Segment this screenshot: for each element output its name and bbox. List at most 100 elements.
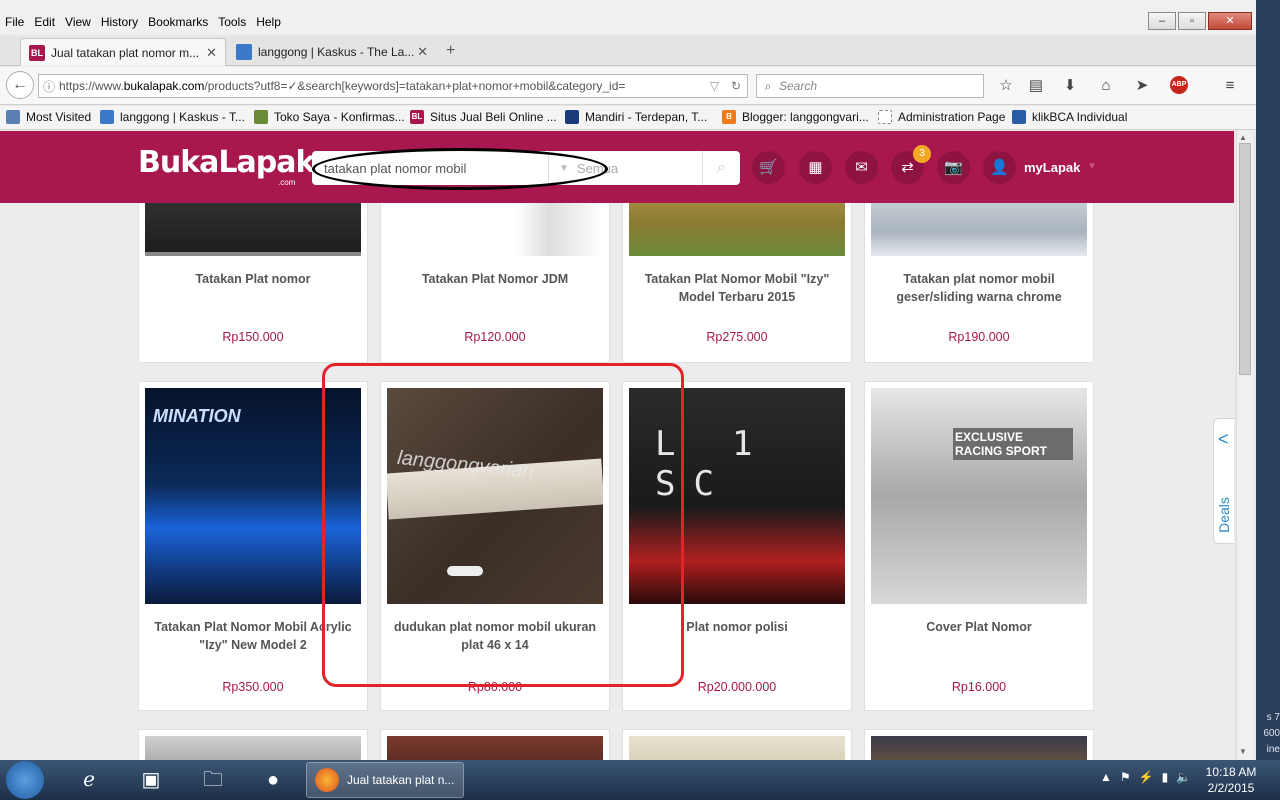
reading-list-icon[interactable]: ▤: [1026, 76, 1046, 96]
home-icon[interactable]: ⌂: [1096, 76, 1116, 96]
downloads-icon[interactable]: ⬇: [1060, 76, 1080, 96]
product-image[interactable]: MINATION: [145, 388, 361, 604]
product-image[interactable]: EXCLUSIVE RACING SPORT: [871, 388, 1087, 604]
hamburger-menu-icon[interactable]: ≡: [1220, 76, 1240, 96]
product-card[interactable]: EXCLUSIVE RACING SPORT Cover Plat Nomor …: [864, 381, 1094, 711]
url-bar[interactable]: ⓘ https://www.bukalapak.com/products?utf…: [38, 74, 748, 98]
flag-icon[interactable]: ⚑: [1120, 770, 1131, 784]
new-tab-button[interactable]: +: [446, 42, 455, 60]
bookmark-klikbca[interactable]: klikBCA Individual: [1012, 110, 1127, 124]
minimize-button[interactable]: –: [1148, 12, 1176, 30]
paint-icon[interactable]: ●: [246, 763, 300, 797]
volume-icon[interactable]: 🔈: [1176, 770, 1191, 784]
menu-help[interactable]: Help: [251, 14, 286, 30]
chevron-left-icon[interactable]: <: [1218, 429, 1229, 450]
search-submit-icon[interactable]: ⌕: [702, 151, 740, 185]
bookmark-toko-saya[interactable]: Toko Saya - Konfirmas...: [254, 110, 405, 124]
page-scrollbar[interactable]: ▲ ▼: [1236, 131, 1253, 760]
scroll-thumb[interactable]: [1239, 143, 1251, 375]
tab-bukalapak[interactable]: BL Jual tatakan plat nomor m... ✕: [20, 38, 226, 66]
reload-icon[interactable]: ↻: [725, 79, 747, 93]
product-image[interactable]: langgongvarian: [387, 388, 603, 604]
menu-edit[interactable]: Edit: [29, 14, 60, 30]
network-signal-icon[interactable]: ▮: [1162, 770, 1169, 784]
adblock-icon[interactable]: ABP: [1170, 76, 1190, 96]
scroll-down-icon[interactable]: ▼: [1239, 747, 1247, 756]
product-card[interactable]: [864, 729, 1094, 760]
product-image[interactable]: [629, 736, 845, 760]
bookmark-mandiri[interactable]: Mandiri - Terdepan, T...: [565, 110, 707, 124]
product-image[interactable]: [145, 203, 361, 256]
product-card[interactable]: langgongvarian dudukan plat nomor mobil …: [380, 381, 610, 711]
product-title[interactable]: Cover Plat Nomor: [871, 618, 1087, 636]
product-card[interactable]: Tatakan Plat Nomor Mobil "Izy" Model Ter…: [622, 203, 852, 363]
category-select[interactable]: ▼ Semua: [548, 151, 702, 185]
desktop-text: ine: [1266, 744, 1280, 755]
menu-view[interactable]: View: [60, 14, 96, 30]
product-title[interactable]: Tatakan Plat nomor: [145, 270, 361, 288]
tray-arrow-icon[interactable]: ▲: [1100, 770, 1112, 784]
product-grid: Tatakan Plat nomor Rp150.000 Tatakan Pla…: [0, 203, 1234, 760]
user-icon[interactable]: 👤: [983, 151, 1016, 184]
close-tab-icon[interactable]: ✕: [206, 45, 217, 61]
bookmarks-list-icon[interactable]: ▦: [799, 151, 832, 184]
product-image[interactable]: L 1 SC: [629, 388, 845, 604]
product-image[interactable]: [871, 736, 1087, 760]
folder-icon[interactable]: 🗀: [186, 763, 240, 797]
product-card[interactable]: MINATION Tatakan Plat Nomor Mobil Acryli…: [138, 381, 368, 711]
clock[interactable]: 10:18 AM 2/2/2015: [1196, 764, 1266, 796]
product-image[interactable]: [145, 736, 361, 760]
product-card[interactable]: Tatakan Plat nomor Rp150.000: [138, 203, 368, 363]
bookmark-kaskus[interactable]: langgong | Kaskus - T...: [100, 110, 245, 124]
bookmark-situs-jual-beli[interactable]: BL Situs Jual Beli Online ...: [410, 110, 557, 124]
bookmark-administration[interactable]: Administration Page: [878, 110, 1005, 124]
start-button[interactable]: [6, 761, 44, 799]
product-title[interactable]: Tatakan plat nomor mobil geser/sliding w…: [871, 270, 1087, 306]
share-icon[interactable]: ➤: [1132, 76, 1152, 96]
product-card[interactable]: Tatakan Plat Nomor JDM Rp120.000: [380, 203, 610, 363]
product-card[interactable]: [138, 729, 368, 760]
product-card[interactable]: [380, 729, 610, 760]
deals-side-tab[interactable]: < Deals: [1213, 418, 1234, 544]
product-image[interactable]: [871, 203, 1087, 256]
url-dropdown-icon[interactable]: ▽: [704, 79, 725, 93]
chevron-down-icon[interactable]: ▼: [1087, 161, 1097, 172]
product-image[interactable]: [629, 203, 845, 256]
menu-history[interactable]: History: [96, 14, 143, 30]
product-image[interactable]: [387, 203, 603, 256]
menu-bookmarks[interactable]: Bookmarks: [143, 14, 213, 30]
search-bar[interactable]: ⌕ Search: [756, 74, 984, 98]
product-card[interactable]: Tatakan plat nomor mobil geser/sliding w…: [864, 203, 1094, 363]
product-card[interactable]: L 1 SC Plat nomor polisi Rp20.000.000: [622, 381, 852, 711]
bookmark-most-visited[interactable]: Most Visited: [6, 110, 91, 124]
product-search-input[interactable]: tatakan plat nomor mobil: [312, 161, 548, 176]
power-icon[interactable]: ⚡: [1139, 770, 1154, 784]
product-title[interactable]: Tatakan Plat Nomor Mobil "Izy" Model Ter…: [629, 270, 845, 306]
network-icon[interactable]: ▣: [124, 763, 178, 797]
mylapak-link[interactable]: myLapak: [1024, 160, 1080, 175]
product-card[interactable]: [622, 729, 852, 760]
close-tab-icon[interactable]: ✕: [417, 44, 428, 60]
site-info-icon[interactable]: ⓘ: [39, 78, 59, 95]
maximize-button[interactable]: ▫: [1178, 12, 1206, 30]
bookmark-star-icon[interactable]: ☆: [996, 76, 1016, 96]
product-title[interactable]: Plat nomor polisi: [629, 618, 845, 636]
taskbar-firefox-item[interactable]: Jual tatakan plat n...: [306, 762, 464, 798]
firefox-icon: [315, 768, 339, 792]
back-button[interactable]: ←: [6, 71, 34, 99]
cart-icon[interactable]: 🛒: [752, 151, 785, 184]
camera-icon[interactable]: 📷: [937, 151, 970, 184]
product-title[interactable]: Tatakan Plat Nomor Mobil Acrylic "Izy" N…: [145, 618, 361, 654]
mail-icon[interactable]: ✉: [845, 151, 878, 184]
product-title[interactable]: dudukan plat nomor mobil ukuran plat 46 …: [387, 618, 603, 654]
close-window-button[interactable]: ✕: [1208, 12, 1252, 30]
menu-file[interactable]: File: [0, 14, 29, 30]
tab-kaskus[interactable]: langgong | Kaskus - The La... ✕: [228, 38, 436, 66]
internet-explorer-icon[interactable]: ℯ: [62, 763, 116, 797]
bookmark-blogger[interactable]: B Blogger: langgongvari...: [722, 110, 869, 124]
product-image[interactable]: [387, 736, 603, 760]
menu-tools[interactable]: Tools: [213, 14, 251, 30]
scroll-up-icon[interactable]: ▲: [1239, 133, 1247, 142]
bukalapak-logo[interactable]: BukaLapak: [138, 145, 315, 180]
product-title[interactable]: Tatakan Plat Nomor JDM: [387, 270, 603, 288]
